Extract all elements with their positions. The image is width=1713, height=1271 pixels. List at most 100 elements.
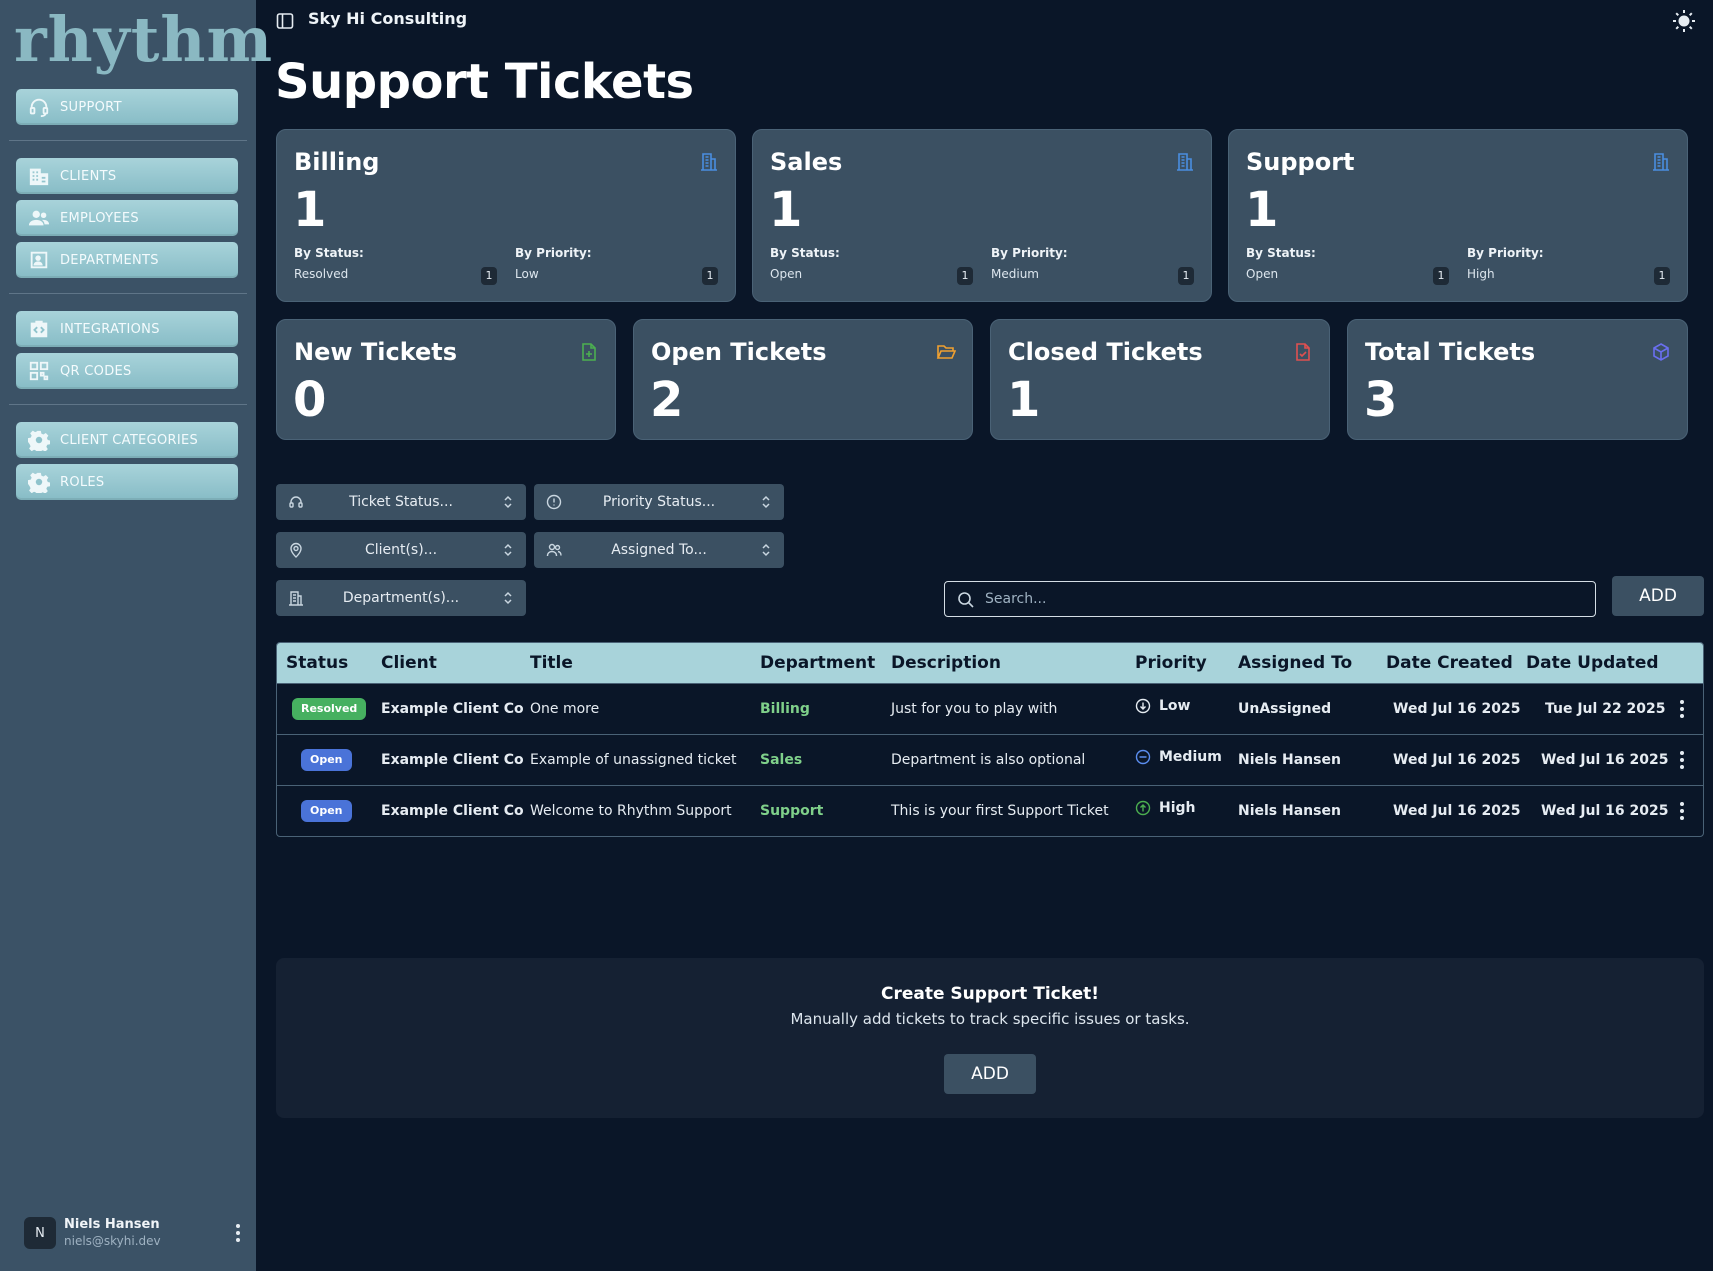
stat-card-open-tickets: Open Tickets 2 [633,319,973,440]
sidebar-item-clients[interactable]: CLIENTS [16,158,238,194]
stat-label: Open Tickets [651,338,827,366]
gear-icon [28,472,50,493]
table-header: Status Client Title Department Descripti… [277,643,1703,683]
more-vertical-icon[interactable] [1679,698,1685,720]
table-row[interactable]: Open Example Client Co Welcome to Rhythm… [277,785,1703,836]
more-vertical-icon[interactable] [232,1222,244,1244]
ticket-status-select[interactable]: Ticket Status... [276,484,526,520]
table-row[interactable]: Open Example Client Co Example of unassi… [277,734,1703,785]
stat-value: 3 [1364,372,1398,428]
gear-icon [28,430,50,451]
sidebar-item-employees[interactable]: EMPLOYEES [16,200,238,236]
status-count-badge: 1 [957,267,973,285]
priority-label: High [1159,800,1196,816]
status-value: Open [770,267,803,281]
avatar[interactable]: N [24,1217,56,1249]
cube-icon [1653,343,1669,361]
priority-status-select[interactable]: Priority Status... [534,484,784,520]
department-card-billing[interactable]: Billing 1 By Status: Resolved 1 By Prior… [276,129,736,302]
chevron-up-down-icon [504,543,512,557]
minus-circle-icon [1135,749,1151,765]
column-header-status[interactable]: Status [286,653,348,673]
departments-select[interactable]: Department(s)... [276,580,526,616]
search-input[interactable] [985,591,1595,607]
cell-assigned-to: Niels Hansen [1238,803,1341,819]
more-vertical-icon[interactable] [1679,800,1685,822]
column-header-priority[interactable]: Priority [1135,653,1207,673]
sidebar: rhythm SUPPORT CLIENTS EMPLOYEES DEPARTM… [0,0,272,1271]
assigned-to-select[interactable]: Assigned To... [534,532,784,568]
sidebar-item-label: CLIENTS [60,168,117,184]
sidebar-divider [9,293,247,294]
clients-select[interactable]: Client(s)... [276,532,526,568]
status-badge: Open [301,800,352,822]
create-ticket-panel: Create Support Ticket! Manually add tick… [276,958,1704,1118]
sidebar-item-departments[interactable]: DEPARTMENTS [16,242,238,278]
cell-description: Department is also optional [891,752,1086,768]
page-title: Support Tickets [275,54,694,110]
priority-value: High [1467,267,1495,281]
priority-label: Medium [1159,749,1222,765]
sidebar-item-label: CLIENT CATEGORIES [60,432,199,448]
stat-value: 0 [293,372,327,428]
sidebar-divider [9,140,247,141]
department-card-support[interactable]: Support 1 By Status: Open 1 By Priority:… [1228,129,1688,302]
column-header-date-created[interactable]: Date Created [1386,653,1513,673]
card-count: 1 [1245,182,1279,238]
cell-title: One more [530,701,600,717]
priority-count-badge: 1 [1654,267,1670,285]
column-header-description[interactable]: Description [891,653,1001,673]
cell-department: Support [760,803,824,819]
file-plus-icon [582,343,596,361]
sidebar-item-client-categories[interactable]: CLIENT CATEGORIES [16,422,238,458]
card-title: Sales [770,148,843,176]
sidebar-item-label: INTEGRATIONS [60,321,160,337]
column-header-assigned-to[interactable]: Assigned To [1238,653,1352,673]
cell-date-updated: Tue Jul 22 2025 [1545,701,1666,717]
department-card-sales[interactable]: Sales 1 By Status: Open 1 By Priority: M… [752,129,1212,302]
column-header-title[interactable]: Title [530,653,573,673]
by-status-label: By Status: [294,246,364,260]
stat-label: Total Tickets [1365,338,1536,366]
table-row[interactable]: Resolved Example Client Co One more Bill… [277,683,1703,734]
by-priority-label: By Priority: [1467,246,1544,260]
cta-add-button[interactable]: ADD [944,1054,1036,1094]
stat-value: 2 [650,372,684,428]
stat-label: New Tickets [294,338,458,366]
card-count: 1 [769,182,803,238]
person-badge-icon [30,251,48,269]
by-priority-label: By Priority: [515,246,592,260]
users-icon [546,543,562,557]
sidebar-item-integrations[interactable]: INTEGRATIONS [16,311,238,347]
arrow-down-circle-icon [1135,698,1151,714]
add-ticket-button[interactable]: ADD [1612,576,1704,616]
sidebar-divider [9,404,247,405]
column-header-department[interactable]: Department [760,653,875,673]
user-email: niels@skyhi.dev [64,1234,161,1248]
cell-priority: High [1135,800,1196,816]
sidebar-item-label: QR CODES [60,363,132,379]
cell-assigned-to: UnAssigned [1238,701,1332,717]
chevron-up-down-icon [762,495,770,509]
headset-icon [289,496,303,508]
status-count-badge: 1 [1433,267,1449,285]
status-value: Resolved [294,267,349,281]
sidebar-item-qr-codes[interactable]: QR CODES [16,353,238,389]
file-check-icon [1296,343,1310,361]
sidebar-toggle-icon[interactable] [276,12,294,30]
cell-description: This is your first Support Ticket [891,803,1109,819]
card-count: 1 [293,182,327,238]
building-icon [289,591,303,606]
cell-department: Sales [760,752,803,768]
sidebar-item-roles[interactable]: ROLES [16,464,238,500]
cell-priority: Low [1135,698,1190,714]
column-header-date-updated[interactable]: Date Updated [1526,653,1659,673]
building-icon [1177,153,1193,171]
column-header-client[interactable]: Client [381,653,437,673]
more-vertical-icon[interactable] [1679,749,1685,771]
by-status-label: By Status: [770,246,840,260]
sun-icon[interactable] [1672,9,1696,33]
cell-client: Example Client Co [381,803,524,819]
app-logo[interactable]: rhythm [14,6,272,74]
sidebar-item-support[interactable]: SUPPORT [16,89,238,125]
